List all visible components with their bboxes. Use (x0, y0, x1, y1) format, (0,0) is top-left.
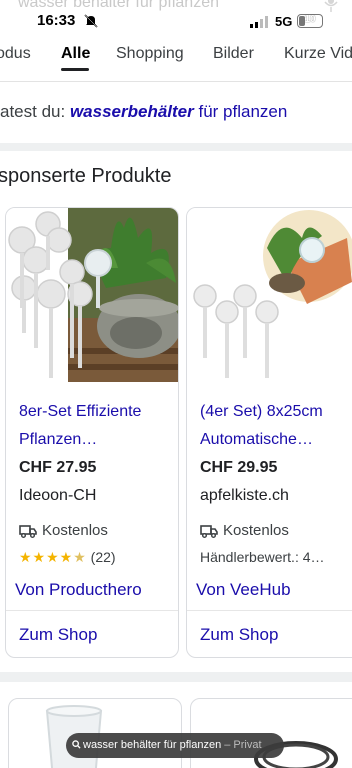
zum-shop-button[interactable]: Zum Shop (200, 625, 278, 645)
product-card[interactable]: (4er Set) 8x25cm Automatische… CHF 29.95… (186, 207, 352, 658)
zum-shop-button[interactable]: Zum Shop (19, 625, 97, 645)
product-title-line1: (4er Set) 8x25cm (200, 403, 323, 420)
product-photo-globes-plant (6, 208, 178, 382)
product-photo-globes-inset (187, 208, 352, 382)
network-label: 5G (275, 14, 293, 29)
truck-icon (200, 525, 218, 538)
shipping-label: Kostenlos (42, 522, 108, 539)
signal-icon (250, 16, 268, 28)
tab-all[interactable]: Alle (61, 45, 90, 63)
dealer-rating: Händlerbewert.: 4… (200, 549, 325, 565)
bell-muted-icon (84, 14, 98, 28)
merchant-link[interactable]: Von Producthero (15, 580, 142, 600)
truck-icon (19, 525, 37, 538)
shipping-info: Kostenlos (200, 522, 289, 539)
tab-short-videos[interactable]: Kurze Vid (284, 45, 352, 63)
star-rating-icon: ★★★★ (19, 549, 74, 565)
product-title-line2: Automatische… (200, 431, 313, 448)
product-title[interactable]: (4er Set) 8x25cm Automatische… (200, 398, 350, 454)
tab-shopping[interactable]: Shopping (116, 45, 184, 63)
tab-videos[interactable]: odus (0, 45, 31, 63)
section-divider (0, 672, 352, 682)
half-star-icon: ★ (73, 549, 87, 565)
pill-mode: Privat (233, 739, 262, 751)
shipping-info: Kostenlos (19, 522, 108, 539)
product-card[interactable]: 8er-Set Effiziente Pflanzen… CHF 27.95 I… (5, 207, 179, 658)
rating-count: (22) (90, 549, 116, 565)
sponsored-products-heading: sponserte Produkte (0, 165, 172, 187)
active-tab-indicator (61, 68, 89, 71)
product-image[interactable] (6, 208, 178, 382)
shipping-label: Kostenlos (223, 522, 289, 539)
product-title-line1: 8er-Set Effiziente (19, 403, 142, 420)
spelling-suggestion[interactable]: atest du: wasserbehälter für pflanzen (0, 102, 287, 122)
product-store: Ideoon-CH (19, 487, 97, 504)
search-tabs: odus Alle Shopping Bilder Kurze Vid (0, 36, 352, 82)
suggestion-bold[interactable]: wasserbehälter (70, 102, 194, 121)
product-price: CHF 29.95 (200, 459, 278, 476)
status-bar: 16:33 5G 10 (0, 10, 352, 34)
card-divider (187, 610, 352, 611)
private-search-pill[interactable]: wasser behälter für pflanzen – Privat (66, 733, 284, 758)
battery-icon: 10 (297, 14, 323, 28)
product-rating: ★★★★★ (22) (19, 549, 116, 566)
suggestion-rest[interactable]: für pflanzen (198, 102, 287, 121)
merchant-link[interactable]: Von VeeHub (196, 580, 291, 600)
section-divider (0, 143, 352, 151)
product-store: apfelkiste.ch (200, 487, 289, 504)
card-divider (6, 610, 178, 611)
product-title[interactable]: 8er-Set Effiziente Pflanzen… (19, 398, 169, 454)
suggestion-prefix: atest du: (0, 102, 66, 121)
pill-separator: – (221, 739, 234, 751)
product-image[interactable] (187, 208, 352, 382)
pill-query: wasser behälter für pflanzen (83, 739, 222, 751)
product-title-line2: Pflanzen… (19, 431, 98, 448)
battery-level: 10 (304, 14, 316, 25)
product-price: CHF 27.95 (19, 459, 97, 476)
search-icon (72, 740, 81, 749)
tab-images[interactable]: Bilder (213, 45, 254, 63)
status-time: 16:33 (37, 12, 76, 29)
